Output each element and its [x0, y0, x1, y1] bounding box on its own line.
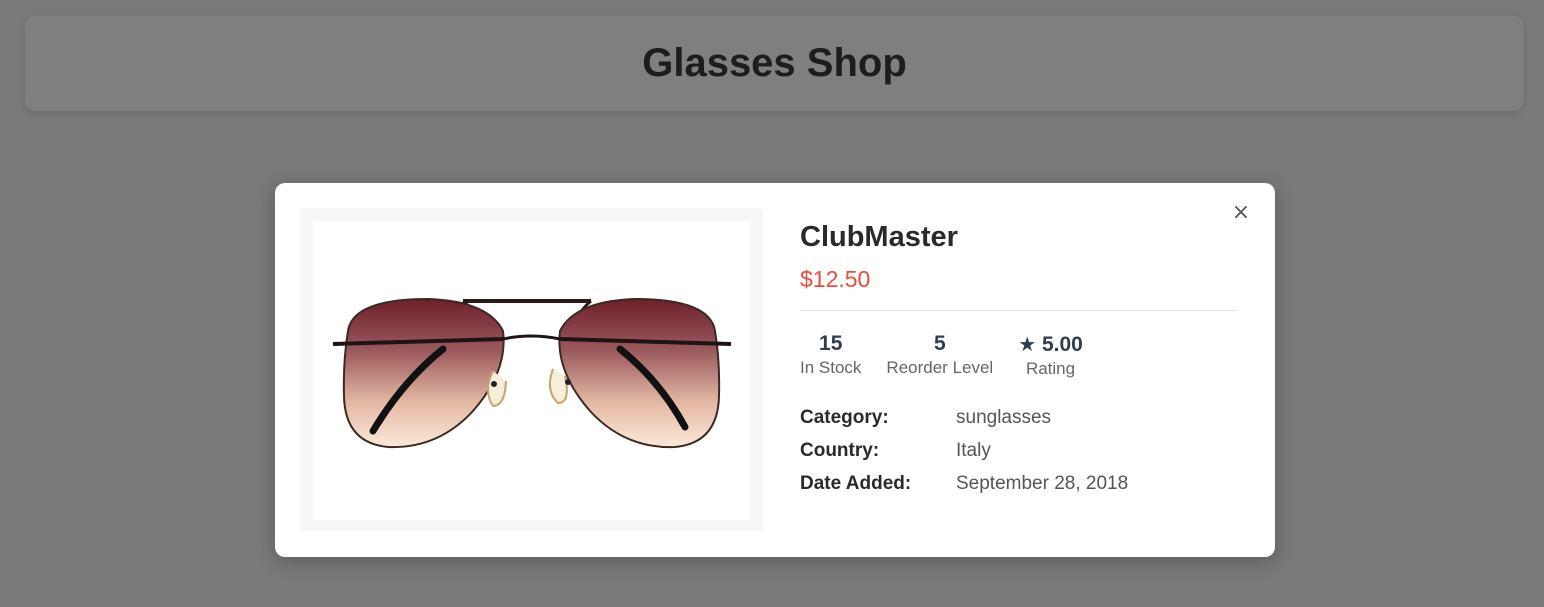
rating-value: 5.00: [1041, 333, 1083, 356]
product-modal: × ClubMaster $12.50 15 In Stock 5 Reorde…: [275, 183, 1275, 557]
in-stock-label: In Stock: [800, 358, 862, 377]
product-image-frame: [300, 208, 763, 531]
page: Glasses Shop ×: [0, 0, 1544, 607]
info-row-date-added: Date Added: September 28, 2018: [800, 467, 1238, 500]
stat-in-stock: 15 In Stock: [800, 331, 861, 378]
star-icon: ★: [1018, 332, 1037, 356]
rating-label: Rating: [1025, 359, 1076, 378]
reorder-level-label: Reorder Level: [886, 358, 994, 377]
in-stock-value: 15: [819, 332, 843, 355]
product-price: $12.50: [800, 266, 871, 292]
country-value: Italy: [956, 439, 991, 461]
stats-row: 15 In Stock 5 Reorder Level ★ 5.00 Ratin…: [800, 331, 1238, 379]
country-label: Country:: [800, 439, 880, 461]
product-name: ClubMaster: [800, 221, 958, 253]
reorder-level-value: 5: [933, 332, 946, 355]
stat-rating: ★ 5.00 Rating: [1018, 331, 1083, 379]
product-info: Category: sunglasses Country: Italy Date…: [800, 401, 1238, 500]
category-label: Category:: [800, 406, 889, 428]
info-row-country: Country: Italy: [800, 434, 1238, 467]
rating-value-row: ★ 5.00: [1018, 331, 1083, 358]
info-row-category: Category: sunglasses: [800, 401, 1238, 434]
product-image: [313, 221, 750, 520]
sunglasses-image: [332, 297, 732, 449]
date-added-value: September 28, 2018: [956, 472, 1129, 494]
product-details: ClubMaster $12.50 15 In Stock 5 Reorder …: [800, 219, 1238, 500]
date-added-label: Date Added:: [800, 472, 912, 494]
stat-reorder-level: 5 Reorder Level: [886, 331, 993, 378]
category-value: sunglasses: [956, 406, 1052, 428]
divider: [800, 310, 1238, 311]
